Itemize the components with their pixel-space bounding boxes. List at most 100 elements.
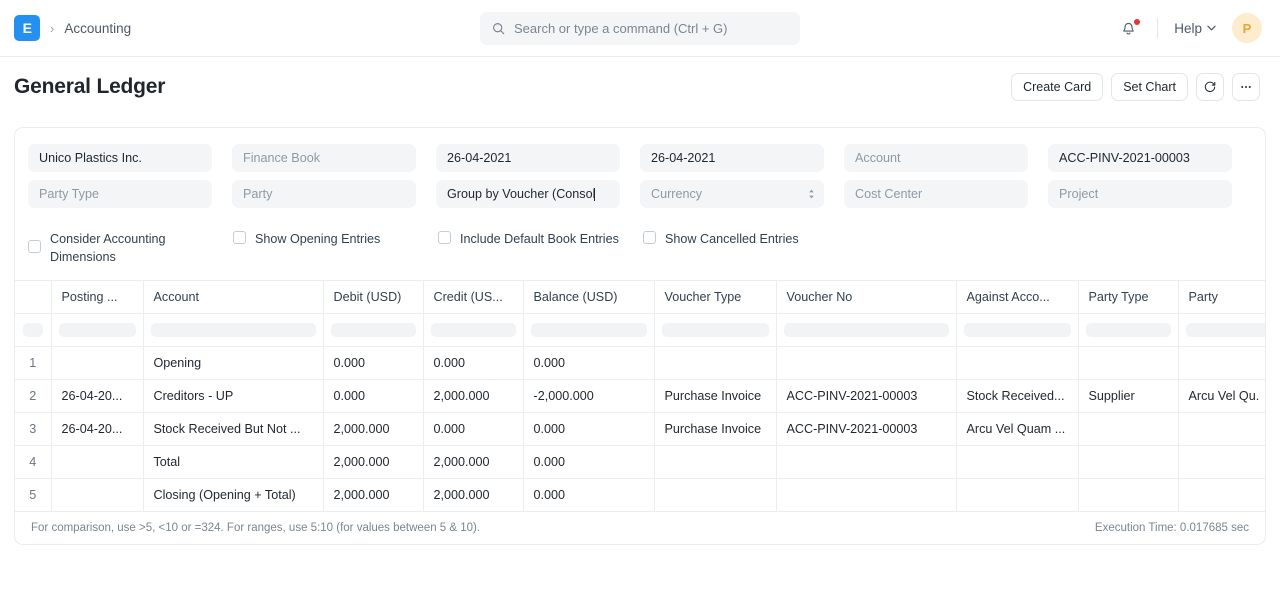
cell-debit[interactable]: 2,000.000 bbox=[323, 412, 423, 445]
cell-voucher-type[interactable] bbox=[654, 445, 776, 478]
table-row[interactable]: 2 26-04-20... Creditors - UP 0.000 2,000… bbox=[15, 379, 1265, 412]
column-filter-party-type[interactable] bbox=[1078, 313, 1178, 346]
cell-against-account[interactable] bbox=[956, 346, 1078, 379]
more-options-button[interactable] bbox=[1232, 73, 1260, 101]
column-filter-posting-date[interactable] bbox=[51, 313, 143, 346]
cell-against-account[interactable]: Stock Received... bbox=[956, 379, 1078, 412]
filter-voucher-no[interactable]: ACC-PINV-2021-00003 bbox=[1048, 144, 1232, 172]
cell-party-type[interactable]: Supplier bbox=[1078, 379, 1178, 412]
report-table-container[interactable]: Posting ... Account Debit (USD) Credit (… bbox=[15, 280, 1265, 512]
checkbox-icon[interactable] bbox=[438, 231, 451, 244]
cell-debit[interactable]: 2,000.000 bbox=[323, 478, 423, 511]
cell-party[interactable] bbox=[1178, 412, 1265, 445]
filter-account[interactable]: Account bbox=[844, 144, 1028, 172]
filter-party-type[interactable]: Party Type bbox=[28, 180, 212, 208]
search-input[interactable]: Search or type a command (Ctrl + G) bbox=[480, 12, 800, 45]
cell-balance[interactable]: 0.000 bbox=[523, 445, 654, 478]
cell-debit[interactable]: 0.000 bbox=[323, 379, 423, 412]
cell-posting-date[interactable] bbox=[51, 445, 143, 478]
refresh-button[interactable] bbox=[1196, 73, 1224, 101]
cell-party[interactable] bbox=[1178, 346, 1265, 379]
cell-balance[interactable]: 0.000 bbox=[523, 412, 654, 445]
checkbox-show-cancelled-entries[interactable]: Show Cancelled Entries bbox=[643, 230, 848, 266]
cell-party[interactable]: Arcu Vel Qu. bbox=[1178, 379, 1265, 412]
filter-group-by[interactable]: Group by Voucher (Consol bbox=[436, 180, 620, 208]
cell-balance[interactable]: 0.000 bbox=[523, 478, 654, 511]
column-header-against-account[interactable]: Against Acco... bbox=[956, 281, 1078, 313]
cell-account[interactable]: Creditors - UP bbox=[143, 379, 323, 412]
cell-voucher-no[interactable] bbox=[776, 346, 956, 379]
filter-project[interactable]: Project bbox=[1048, 180, 1232, 208]
column-filter-account[interactable] bbox=[143, 313, 323, 346]
cell-voucher-no[interactable] bbox=[776, 478, 956, 511]
column-header-posting-date[interactable]: Posting ... bbox=[51, 281, 143, 313]
cell-party[interactable] bbox=[1178, 445, 1265, 478]
app-logo-icon[interactable]: E bbox=[14, 15, 40, 41]
cell-credit[interactable]: 2,000.000 bbox=[423, 379, 523, 412]
notifications-button[interactable] bbox=[1110, 16, 1147, 41]
column-filter-against-account[interactable] bbox=[956, 313, 1078, 346]
cell-voucher-no[interactable]: ACC-PINV-2021-00003 bbox=[776, 412, 956, 445]
checkbox-icon[interactable] bbox=[643, 231, 656, 244]
filter-party[interactable]: Party bbox=[232, 180, 416, 208]
column-header-balance[interactable]: Balance (USD) bbox=[523, 281, 654, 313]
column-header-debit[interactable]: Debit (USD) bbox=[323, 281, 423, 313]
column-filter-credit[interactable] bbox=[423, 313, 523, 346]
cell-posting-date[interactable] bbox=[51, 478, 143, 511]
column-filter-voucher-no[interactable] bbox=[776, 313, 956, 346]
column-filter-debit[interactable] bbox=[323, 313, 423, 346]
cell-against-account[interactable]: Arcu Vel Quam ... bbox=[956, 412, 1078, 445]
table-row[interactable]: 3 26-04-20... Stock Received But Not ...… bbox=[15, 412, 1265, 445]
filter-currency[interactable]: Currency bbox=[640, 180, 824, 208]
checkbox-icon[interactable] bbox=[233, 231, 246, 244]
column-header-voucher-type[interactable]: Voucher Type bbox=[654, 281, 776, 313]
checkbox-icon[interactable] bbox=[28, 240, 41, 253]
cell-party[interactable] bbox=[1178, 478, 1265, 511]
cell-debit[interactable]: 2,000.000 bbox=[323, 445, 423, 478]
column-header-credit[interactable]: Credit (US... bbox=[423, 281, 523, 313]
filter-to-date[interactable]: 26-04-2021 bbox=[640, 144, 824, 172]
cell-party-type[interactable] bbox=[1078, 346, 1178, 379]
checkbox-show-opening-entries[interactable]: Show Opening Entries bbox=[233, 230, 438, 266]
filter-cost-center[interactable]: Cost Center bbox=[844, 180, 1028, 208]
cell-credit[interactable]: 2,000.000 bbox=[423, 478, 523, 511]
column-filter-party[interactable] bbox=[1178, 313, 1265, 346]
create-card-button[interactable]: Create Card bbox=[1011, 73, 1103, 101]
filter-from-date[interactable]: 26-04-2021 bbox=[436, 144, 620, 172]
column-header-account[interactable]: Account bbox=[143, 281, 323, 313]
cell-party-type[interactable] bbox=[1078, 445, 1178, 478]
cell-account[interactable]: Closing (Opening + Total) bbox=[143, 478, 323, 511]
column-header-party-type[interactable]: Party Type bbox=[1078, 281, 1178, 313]
cell-party-type[interactable] bbox=[1078, 412, 1178, 445]
cell-voucher-type[interactable]: Purchase Invoice bbox=[654, 412, 776, 445]
breadcrumb-accounting[interactable]: Accounting bbox=[64, 21, 131, 36]
column-header-party[interactable]: Party bbox=[1178, 281, 1265, 313]
cell-voucher-type[interactable] bbox=[654, 478, 776, 511]
cell-credit[interactable]: 0.000 bbox=[423, 412, 523, 445]
cell-balance[interactable]: 0.000 bbox=[523, 346, 654, 379]
cell-balance[interactable]: -2,000.000 bbox=[523, 379, 654, 412]
cell-voucher-no[interactable]: ACC-PINV-2021-00003 bbox=[776, 379, 956, 412]
cell-voucher-no[interactable] bbox=[776, 445, 956, 478]
cell-voucher-type[interactable]: Purchase Invoice bbox=[654, 379, 776, 412]
cell-posting-date[interactable]: 26-04-20... bbox=[51, 379, 143, 412]
cell-account[interactable]: Total bbox=[143, 445, 323, 478]
user-avatar[interactable]: P bbox=[1232, 13, 1262, 43]
cell-debit[interactable]: 0.000 bbox=[323, 346, 423, 379]
column-header-voucher-no[interactable]: Voucher No bbox=[776, 281, 956, 313]
filter-company[interactable]: Unico Plastics Inc. bbox=[28, 144, 212, 172]
filter-finance-book[interactable]: Finance Book bbox=[232, 144, 416, 172]
checkbox-consider-accounting-dimensions[interactable]: Consider Accounting Dimensions bbox=[28, 230, 233, 266]
cell-credit[interactable]: 0.000 bbox=[423, 346, 523, 379]
cell-party-type[interactable] bbox=[1078, 478, 1178, 511]
cell-against-account[interactable] bbox=[956, 445, 1078, 478]
table-row[interactable]: 4 Total 2,000.000 2,000.000 0.000 bbox=[15, 445, 1265, 478]
help-menu[interactable]: Help bbox=[1168, 17, 1222, 40]
cell-voucher-type[interactable] bbox=[654, 346, 776, 379]
set-chart-button[interactable]: Set Chart bbox=[1111, 73, 1188, 101]
column-filter-balance[interactable] bbox=[523, 313, 654, 346]
cell-account[interactable]: Stock Received But Not ... bbox=[143, 412, 323, 445]
column-filter-voucher-type[interactable] bbox=[654, 313, 776, 346]
table-row[interactable]: 1 Opening 0.000 0.000 0.000 bbox=[15, 346, 1265, 379]
table-row[interactable]: 5 Closing (Opening + Total) 2,000.000 2,… bbox=[15, 478, 1265, 511]
